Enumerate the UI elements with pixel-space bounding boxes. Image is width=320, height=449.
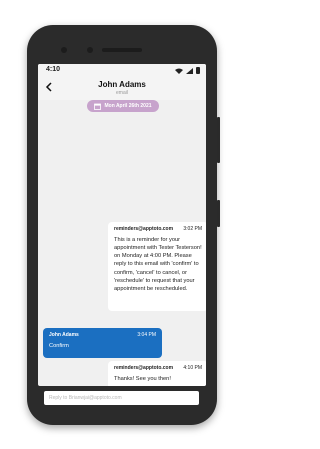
date-pill[interactable]: Mon April 26th 2021 (87, 100, 159, 112)
reply-input[interactable]: Reply to Brianwjai@apptoto.com (44, 391, 199, 405)
battery-icon (196, 67, 200, 74)
message-sender: John Adams (49, 332, 79, 338)
message-bubble-outgoing: John Adams 3:04 PM Confirm (43, 328, 162, 358)
message-sender: reminders@apptoto.com (114, 365, 174, 371)
phone-frame: 4:10 John Adams email Mon April 26th 202… (27, 25, 220, 425)
message-time: 3:02 PM (183, 226, 202, 232)
contact-name: John Adams (98, 80, 146, 89)
message-time: 3:04 PM (137, 332, 156, 338)
front-sensor (87, 47, 93, 53)
front-camera (61, 47, 67, 53)
contact-subtitle: email (116, 90, 128, 96)
volume-button (217, 117, 220, 163)
message-text: This is a reminder for your appointment … (114, 237, 202, 292)
calendar-icon (94, 103, 102, 110)
top-speaker (102, 48, 142, 52)
conversation-header: John Adams email (38, 78, 206, 100)
message-text: Confirm (49, 343, 69, 349)
message-bubble-incoming: reminders@apptoto.com 4:10 PM Thanks! Se… (108, 361, 206, 386)
status-bar: 4:10 (38, 64, 206, 78)
date-pill-label: Mon April 26th 2021 (104, 103, 152, 109)
status-icons (175, 67, 200, 74)
phone-screen: 4:10 John Adams email Mon April 26th 202… (38, 64, 206, 386)
message-bubble-incoming: reminders@apptoto.com 3:02 PM This is a … (108, 222, 206, 311)
message-sender: reminders@apptoto.com (114, 226, 174, 232)
message-time: 4:10 PM (183, 365, 202, 371)
message-text: Thanks! See you then! (114, 376, 171, 382)
status-time: 4:10 (46, 66, 61, 73)
power-button (217, 200, 220, 227)
signal-icon (186, 67, 193, 74)
wifi-icon (175, 68, 183, 74)
